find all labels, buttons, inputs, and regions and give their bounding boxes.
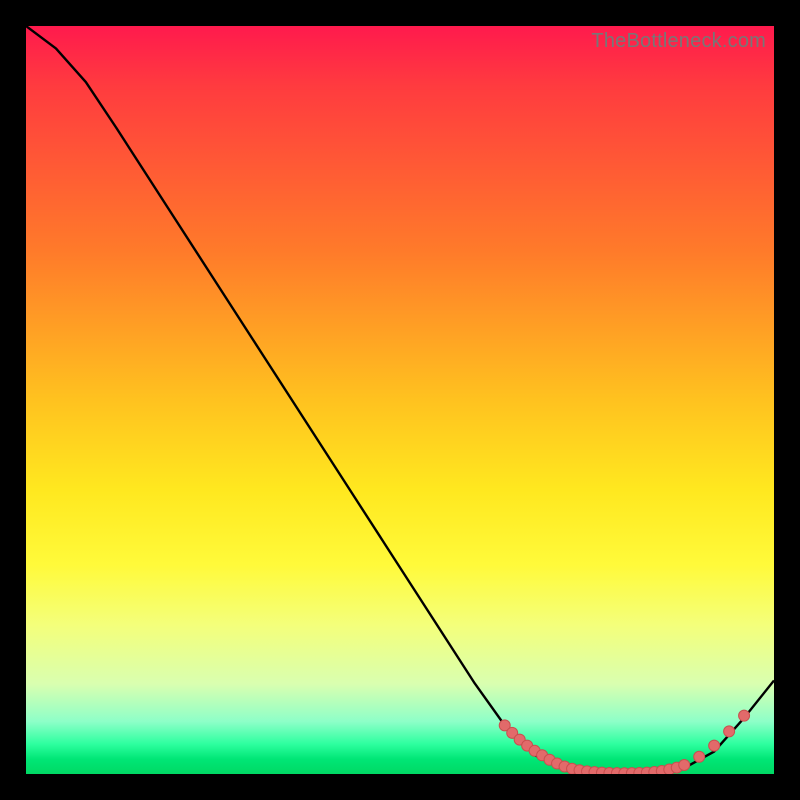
curve-marker: [514, 734, 525, 745]
curve-marker: [522, 740, 533, 751]
curve-marker: [529, 745, 540, 756]
curve-marker: [679, 760, 690, 771]
watermark-label: TheBottleneck.com: [591, 30, 766, 53]
curve-marker: [656, 766, 667, 774]
curve-marker: [574, 765, 585, 774]
curve-marker: [589, 767, 600, 774]
curve-marker: [641, 767, 652, 774]
curve-marker: [552, 758, 563, 769]
curve-marker: [671, 762, 682, 773]
curve-marker: [649, 766, 660, 774]
curve-line: [26, 26, 774, 773]
curve-marker: [596, 767, 607, 774]
curve-marker: [611, 768, 622, 774]
curve-marker: [664, 764, 675, 774]
curve-marker: [709, 740, 720, 751]
curve-marker: [694, 751, 705, 762]
curve-marker: [634, 767, 645, 774]
curve-marker: [739, 710, 750, 721]
curve-marker: [724, 726, 735, 737]
curve-marker: [619, 768, 630, 774]
chart-stage: TheBottleneck.com: [0, 0, 800, 800]
curve-marker: [544, 754, 555, 765]
chart-overlay: [26, 26, 774, 774]
curve-marker: [567, 763, 578, 774]
curve-marker: [537, 750, 548, 761]
curve-marker: [559, 761, 570, 772]
curve-marker: [507, 727, 518, 738]
curve-marker: [499, 720, 510, 731]
chart-plot-area: TheBottleneck.com: [26, 26, 774, 774]
curve-marker: [604, 767, 615, 774]
curve-marker: [582, 766, 593, 774]
curve-marker: [626, 768, 637, 774]
curve-markers: [499, 710, 749, 774]
